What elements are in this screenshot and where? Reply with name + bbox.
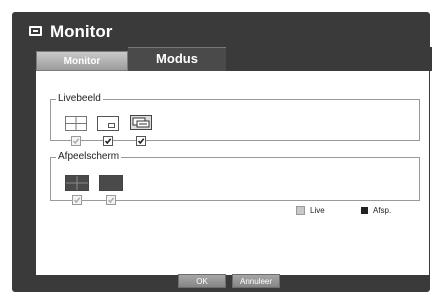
live-overlap-checkbox[interactable]: [136, 136, 146, 146]
afpeelscherm-group: Afpeelscherm: [50, 151, 420, 205]
livebeeld-label: Livebeeld: [58, 93, 101, 104]
tab-modus[interactable]: Modus: [128, 47, 226, 71]
dialog-title: Monitor: [50, 22, 113, 41]
monitor-icon: [29, 26, 42, 36]
button-bar: OK Annuleer: [12, 268, 430, 290]
playback-single-checkbox[interactable]: [106, 195, 116, 205]
settings-panel: Livebeeld Afpeelscherm Live Afsp.: [36, 71, 429, 275]
ok-button[interactable]: OK: [178, 274, 226, 288]
live-pip-checkbox[interactable]: [103, 136, 113, 146]
title-bar: Monitor: [12, 12, 430, 48]
legend-playback: Afsp.: [361, 206, 391, 218]
tab-bar: Monitor Modus: [36, 47, 432, 71]
playback-split-4-checkbox[interactable]: [72, 195, 82, 205]
playback-swatch: [361, 207, 368, 215]
live-split-4-checkbox[interactable]: [71, 136, 81, 146]
pip-icon: [97, 116, 119, 131]
afpeelscherm-label: Afpeelscherm: [58, 151, 120, 162]
legend-playback-label: Afsp.: [373, 206, 392, 215]
tab-strip: [226, 47, 432, 71]
split-4-icon: [65, 116, 87, 131]
legend-live: Live: [296, 206, 325, 218]
livebeeld-group: Livebeeld: [50, 93, 420, 146]
monitor-dialog: Monitor Monitor Modus Livebeeld Afpeelsc…: [12, 12, 432, 292]
single-screen-icon: [99, 175, 123, 191]
live-swatch: [296, 206, 305, 216]
tab-monitor[interactable]: Monitor: [36, 51, 128, 71]
legend-live-label: Live: [310, 206, 325, 215]
overlap-icon[interactable]: [130, 115, 152, 130]
cancel-button[interactable]: Annuleer: [232, 274, 280, 288]
split-4-icon: [65, 175, 89, 191]
